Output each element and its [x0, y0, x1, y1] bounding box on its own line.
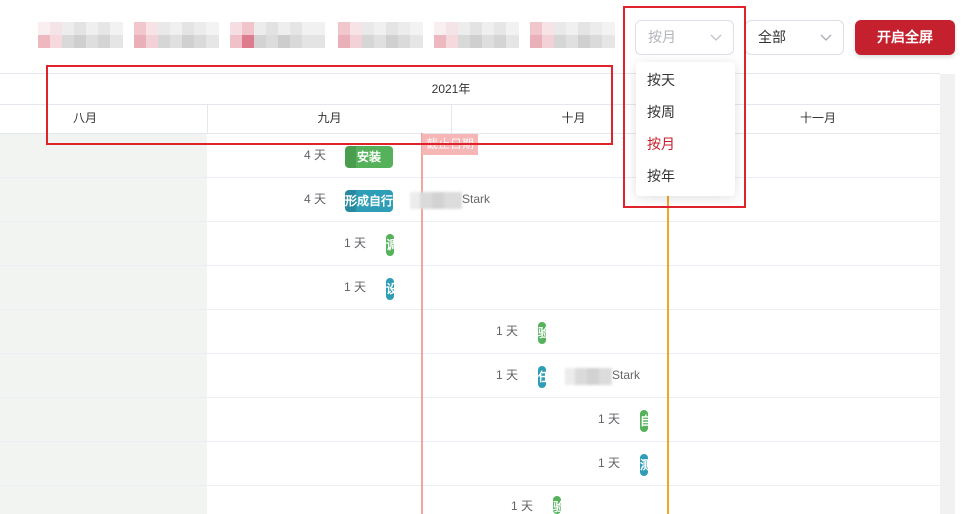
- task-duration: 1 天: [495, 368, 518, 382]
- redacted-legend-item: [134, 22, 219, 48]
- dropdown-option-week[interactable]: 按周: [636, 96, 735, 128]
- task-bar-label: 调: [386, 238, 394, 252]
- deadline-label: 截止日期: [422, 134, 478, 155]
- task-bar[interactable]: 任: [538, 366, 546, 388]
- task-bar-label: 任: [538, 370, 546, 384]
- row-divider: [0, 397, 940, 398]
- task-bar-label: 安装: [356, 150, 381, 164]
- past-period-area: [0, 134, 207, 514]
- task-bar[interactable]: 形成自行: [345, 190, 393, 212]
- task-bar[interactable]: 调: [386, 234, 394, 256]
- task-bar-label: 验: [553, 500, 561, 514]
- dropdown-option-day[interactable]: 按天: [636, 64, 735, 96]
- task-bar[interactable]: 自: [640, 410, 648, 432]
- task-bar[interactable]: 安装: [345, 146, 393, 168]
- task-duration: 1 天: [343, 236, 366, 250]
- view-mode-value: 按月: [648, 29, 676, 45]
- task-bar-label: 形成自行: [345, 194, 393, 208]
- deadline-line: [421, 133, 423, 514]
- row-divider: [0, 221, 940, 222]
- task-duration: 1 天: [510, 499, 533, 513]
- view-mode-select[interactable]: 按月: [635, 20, 734, 55]
- redacted-legend-item: [434, 22, 519, 48]
- task-bar[interactable]: 设: [386, 278, 394, 300]
- task-duration: 4 天: [303, 148, 326, 162]
- chevron-down-icon: [820, 34, 832, 41]
- redacted-legend-item: [38, 22, 123, 48]
- vertical-scrollbar[interactable]: [940, 74, 955, 514]
- row-divider: [0, 309, 940, 310]
- task-assignee: Stark: [462, 192, 491, 206]
- month-august: 八月: [72, 111, 97, 125]
- month-september: 九月: [207, 104, 451, 133]
- redacted-legend-item: [230, 22, 325, 48]
- row-divider: [0, 265, 940, 266]
- task-duration: 1 天: [495, 324, 518, 338]
- task-bar[interactable]: 验: [538, 322, 546, 344]
- task-assignee: Stark: [612, 368, 641, 382]
- dropdown-option-month[interactable]: 按月: [636, 128, 735, 160]
- fullscreen-button[interactable]: 开启全屏: [855, 20, 955, 55]
- task-duration: 4 天: [303, 192, 326, 206]
- view-mode-dropdown: 按天 按周 按月 按年: [636, 62, 735, 196]
- redacted-assignee-name: [565, 368, 612, 385]
- task-bar[interactable]: 测: [640, 454, 648, 476]
- task-bar-label: 设: [386, 282, 394, 296]
- filter-select[interactable]: 全部: [745, 20, 844, 55]
- chevron-down-icon: [710, 34, 722, 41]
- row-divider: [0, 441, 940, 442]
- task-bar-label: 验: [538, 326, 546, 340]
- task-bar-label: 自: [640, 414, 648, 428]
- task-bar[interactable]: 验: [553, 496, 561, 514]
- redacted-legend-item: [530, 22, 615, 48]
- row-divider: [0, 485, 940, 486]
- task-duration: 1 天: [597, 412, 620, 426]
- redacted-assignee-name: [410, 192, 462, 209]
- task-duration: 1 天: [343, 280, 366, 294]
- filter-value: 全部: [758, 29, 786, 45]
- redacted-legend-item: [338, 22, 423, 48]
- dropdown-option-year[interactable]: 按年: [636, 160, 735, 192]
- timeline-year: 2021年: [431, 82, 471, 96]
- task-bar-label: 测: [640, 458, 648, 472]
- row-divider: [0, 353, 940, 354]
- task-duration: 1 天: [597, 456, 620, 470]
